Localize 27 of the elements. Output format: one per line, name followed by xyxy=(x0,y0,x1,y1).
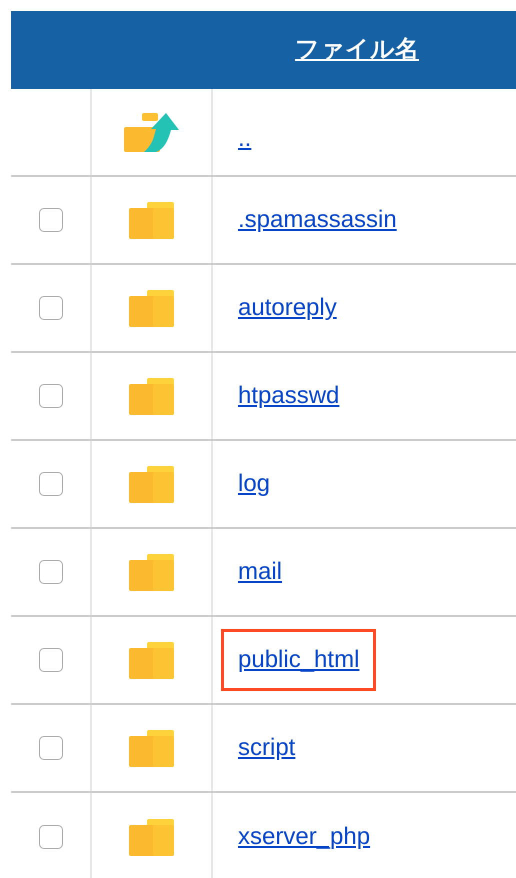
folder-icon xyxy=(129,730,174,766)
folder-up-arrow-icon xyxy=(124,112,179,152)
folder-icon xyxy=(129,378,174,414)
row-checkbox[interactable] xyxy=(38,825,62,849)
file-name-link[interactable]: autoreply xyxy=(221,277,354,339)
row-checkbox[interactable] xyxy=(38,208,62,232)
row-checkbox[interactable] xyxy=(38,384,62,408)
file-name-link[interactable]: .. xyxy=(221,108,268,170)
row-checkbox[interactable] xyxy=(38,472,62,496)
folder-icon xyxy=(129,290,174,326)
file-name-link[interactable]: htpasswd xyxy=(221,365,356,427)
row-checkbox[interactable] xyxy=(38,296,62,320)
file-name-link[interactable]: mail xyxy=(221,541,300,603)
file-name-link[interactable]: xserver_php xyxy=(221,806,388,868)
file-name-link[interactable]: .spamassassin xyxy=(221,189,414,251)
folder-icon xyxy=(129,466,174,502)
file-name-link[interactable]: script xyxy=(221,717,312,779)
file-name-link[interactable]: public_html xyxy=(221,629,376,691)
file-name-link[interactable]: log xyxy=(221,453,288,515)
row-checkbox[interactable] xyxy=(38,736,62,760)
column-header-link[interactable]: ファイル名 xyxy=(295,32,419,68)
folder-icon xyxy=(129,642,174,678)
folder-icon xyxy=(129,202,174,238)
folder-icon xyxy=(129,554,174,590)
folder-icon xyxy=(129,818,174,856)
row-checkbox[interactable] xyxy=(38,648,62,672)
row-checkbox[interactable] xyxy=(38,560,62,584)
